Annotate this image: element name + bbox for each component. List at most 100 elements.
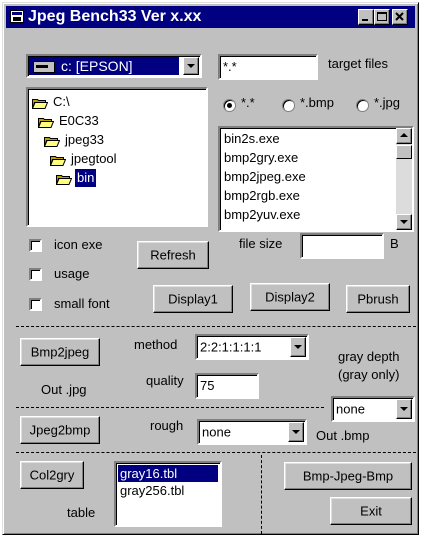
rough-select-value: none xyxy=(202,424,231,440)
small-font-checkbox[interactable] xyxy=(29,298,42,311)
col2gry-button-label: Col2gry xyxy=(29,467,75,483)
directory-tree-items: C:\ E0C33 jpeg33 jpegtool bin xyxy=(28,93,206,225)
jpeg2bmp-button-label: Jpeg2bmp xyxy=(29,422,91,438)
display1-button[interactable]: Display1 xyxy=(153,285,233,313)
main-window: Jpeg Bench33 Ver x.xx c: [EPSON] C:\ E0C3… xyxy=(2,2,419,535)
jpeg2bmp-button[interactable]: Jpeg2bmp xyxy=(20,416,100,444)
minimize-button[interactable] xyxy=(358,9,374,25)
out-jpg-label: Out .jpg xyxy=(41,382,87,397)
scroll-up-button[interactable] xyxy=(396,128,412,144)
bmp-jpeg-bmp-button-label: Bmp-Jpeg-Bmp xyxy=(302,468,394,484)
refresh-button[interactable]: Refresh xyxy=(137,241,209,269)
display2-button[interactable]: Display2 xyxy=(250,283,330,311)
pbrush-button-label: Pbrush xyxy=(357,291,399,307)
icon-exe-label: icon exe xyxy=(54,237,103,252)
tree-item-label: E0C33 xyxy=(59,113,99,128)
target-files-value: *.* xyxy=(223,59,237,74)
scroll-thumb[interactable] xyxy=(396,145,412,159)
separator-bottom xyxy=(16,452,416,453)
file-list-item[interactable]: bmp2yuv.exe xyxy=(222,206,392,223)
tree-item-label: jpeg33 xyxy=(65,132,105,147)
rough-select[interactable]: none xyxy=(197,419,307,445)
exit-button-label: Exit xyxy=(360,503,382,519)
directory-tree[interactable]: C:\ E0C33 jpeg33 jpegtool bin xyxy=(26,87,208,227)
drive-icon xyxy=(33,61,55,73)
table-list-item[interactable]: gray16.tbl xyxy=(118,465,218,482)
close-icon xyxy=(395,12,404,21)
col2gry-button[interactable]: Col2gry xyxy=(20,461,84,489)
separator-top xyxy=(16,326,416,327)
method-label: method xyxy=(134,337,178,352)
display1-button-label: Display1 xyxy=(168,291,218,307)
file-list-item[interactable]: bin2s.exe xyxy=(222,130,392,147)
method-select-value: 2:2:1:1:1:1 xyxy=(200,339,262,355)
table-label: table xyxy=(67,505,96,520)
refresh-button-label: Refresh xyxy=(150,247,196,263)
file-list[interactable]: bin2s.exe bmp2gry.exe bmp2jpeg.exe bmp2rgb.… xyxy=(218,126,414,232)
folder-icon xyxy=(37,115,55,128)
filter-radio-label: *.bmp xyxy=(300,95,334,110)
filter-radio-label: *.* xyxy=(241,95,255,110)
usage-checkbox[interactable] xyxy=(29,268,42,281)
out-bmp-label: Out .bmp xyxy=(316,428,370,443)
bmp2jpeg-button-label: Bmp2jpeg xyxy=(30,344,90,360)
filter-radio[interactable] xyxy=(282,99,295,112)
app-icon[interactable] xyxy=(10,10,24,23)
drive-select[interactable]: c: [EPSON] xyxy=(26,54,202,78)
gray-depth-value: none xyxy=(336,401,365,417)
table-list-item[interactable]: gray256.tbl xyxy=(118,482,218,499)
drive-dropdown-arrow[interactable] xyxy=(183,57,199,75)
quality-input[interactable]: 75 xyxy=(195,373,259,399)
file-size-field xyxy=(300,233,384,259)
gray-depth-select[interactable]: none xyxy=(331,396,415,422)
scroll-down-button[interactable] xyxy=(396,214,412,230)
folder-icon xyxy=(49,153,67,166)
tree-item-label: jpegtool xyxy=(71,151,117,166)
target-files-label: target files xyxy=(328,56,388,71)
method-dropdown-arrow[interactable] xyxy=(290,337,306,357)
table-list-items: gray16.tbl gray256.tbl xyxy=(116,465,220,525)
drive-select-highlight: c: [EPSON] xyxy=(29,57,179,75)
filter-radio-label: *.jpg xyxy=(374,95,401,110)
rough-label: rough xyxy=(150,418,184,433)
rough-dropdown-arrow[interactable] xyxy=(288,422,304,442)
maximize-icon xyxy=(377,12,387,21)
quality-value: 75 xyxy=(200,378,215,393)
icon-exe-checkbox[interactable] xyxy=(29,239,42,252)
tree-item-label: bin xyxy=(75,169,97,187)
file-list-items: bin2s.exe bmp2gry.exe bmp2jpeg.exe bmp2rgb.… xyxy=(220,128,394,230)
folder-icon xyxy=(31,96,49,109)
file-size-unit: B xyxy=(390,236,399,251)
display2-button-label: Display2 xyxy=(265,289,315,305)
folder-icon xyxy=(55,172,73,185)
close-button[interactable] xyxy=(392,9,408,25)
bmp-jpeg-bmp-button[interactable]: Bmp-Jpeg-Bmp xyxy=(284,462,412,490)
usage-label: usage xyxy=(54,266,90,281)
drive-select-value: c: [EPSON] xyxy=(61,58,133,74)
file-list-item[interactable]: bmp2gry.exe xyxy=(222,149,392,166)
quality-label: quality xyxy=(146,373,184,388)
separator-vertical xyxy=(261,455,262,534)
tree-item-label: C:\ xyxy=(53,94,70,109)
filter-radio[interactable] xyxy=(223,99,236,112)
gray-only-label: (gray only) xyxy=(338,367,400,382)
filter-radio[interactable] xyxy=(356,99,369,112)
file-list-item[interactable]: bmp2rgb.exe xyxy=(222,187,392,204)
file-list-scrollbar[interactable] xyxy=(396,128,412,230)
method-select[interactable]: 2:2:1:1:1:1 xyxy=(195,334,309,360)
gray-depth-label: gray depth xyxy=(338,349,400,364)
title-bar[interactable]: Jpeg Bench33 Ver x.xx xyxy=(6,6,415,28)
separator-middle xyxy=(16,407,324,408)
window-title: Jpeg Bench33 Ver x.xx xyxy=(28,8,202,25)
gray-depth-dropdown-arrow[interactable] xyxy=(396,399,412,419)
table-list[interactable]: gray16.tbl gray256.tbl xyxy=(114,461,222,527)
pbrush-button[interactable]: Pbrush xyxy=(346,285,410,313)
exit-button[interactable]: Exit xyxy=(330,497,412,525)
bmp2jpeg-button[interactable]: Bmp2jpeg xyxy=(20,338,100,366)
folder-icon xyxy=(43,134,61,147)
file-list-item[interactable]: bmp2jpeg.exe xyxy=(222,168,392,185)
target-files-input[interactable]: *.* xyxy=(218,54,318,80)
file-size-label: file size xyxy=(239,236,283,251)
minimize-icon xyxy=(362,19,368,21)
maximize-button[interactable] xyxy=(374,9,390,25)
